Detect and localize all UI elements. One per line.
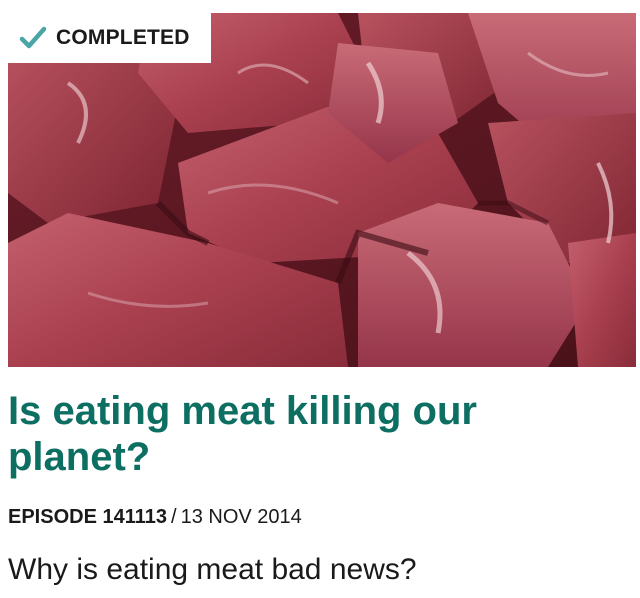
completed-badge: COMPLETED (8, 13, 211, 63)
episode-summary: Why is eating meat bad news? (8, 553, 417, 586)
meta-separator: / (171, 506, 177, 528)
badge-status-label: COMPLETED (56, 26, 190, 49)
meat-photo (8, 13, 636, 367)
episode-meta: EPISODE 141113/13 NOV 2014 (8, 506, 302, 529)
episode-hero-image[interactable] (8, 13, 636, 367)
episode-date: 13 NOV 2014 (180, 506, 302, 528)
checkmark-icon (18, 23, 48, 53)
episode-card[interactable]: COMPLETED Is eating meat killing our pla… (0, 0, 640, 598)
episode-number: EPISODE 141113 (8, 506, 168, 528)
episode-title[interactable]: Is eating meat killing our planet? (8, 388, 608, 480)
